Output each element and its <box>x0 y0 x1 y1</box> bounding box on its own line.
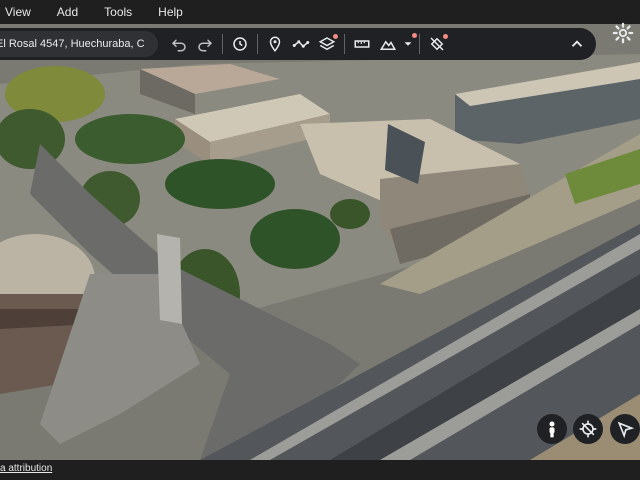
search-value: El Rosal 4547, Huechuraba, C <box>0 38 145 50</box>
toolbar-divider <box>222 34 223 54</box>
chevron-up-icon <box>571 40 583 47</box>
toolbar-divider <box>344 34 345 54</box>
menu-bar: View Add Tools Help <box>0 0 640 24</box>
measure-button[interactable] <box>349 31 375 57</box>
toolbar-divider <box>419 34 420 54</box>
draw-path-button[interactable] <box>288 31 314 57</box>
compass-reset-icon <box>579 420 597 438</box>
redo-button[interactable] <box>192 31 218 57</box>
reset-view-button[interactable] <box>573 414 603 444</box>
settings-button[interactable] <box>612 22 634 44</box>
menu-help[interactable]: Help <box>158 5 183 19</box>
notification-dot <box>443 34 448 39</box>
aerial-3d-view[interactable] <box>0 24 640 460</box>
elevation-dropdown[interactable] <box>401 31 417 57</box>
redo-icon <box>198 39 213 52</box>
street-view-button[interactable] <box>537 414 567 444</box>
ruler-icon <box>354 40 370 48</box>
toolbar-divider <box>257 34 258 54</box>
path-icon <box>292 40 310 48</box>
navigate-button[interactable] <box>610 414 640 444</box>
history-icon <box>233 37 247 51</box>
search-input[interactable]: El Rosal 4547, Huechuraba, C <box>0 31 158 57</box>
notification-dot <box>412 33 417 38</box>
toolbar: El Rosal 4547, Huechuraba, C <box>0 28 596 60</box>
history-button[interactable] <box>227 31 253 57</box>
gear-icon <box>612 22 634 44</box>
menu-add[interactable]: Add <box>57 5 78 19</box>
elevation-icon <box>379 40 397 50</box>
satellite-toggle-button[interactable] <box>424 31 450 57</box>
navigate-icon <box>617 421 635 439</box>
menu-tools[interactable]: Tools <box>104 5 132 19</box>
notification-dot <box>333 34 338 39</box>
collapse-toolbar-button[interactable] <box>564 31 590 57</box>
pin-icon <box>269 36 281 52</box>
elevation-button[interactable] <box>375 31 401 57</box>
data-attribution-link[interactable]: a attribution <box>0 463 52 474</box>
menu-view[interactable]: View <box>5 5 31 19</box>
aerial-imagery <box>0 24 640 460</box>
map-style-button[interactable] <box>314 31 340 57</box>
undo-icon <box>171 39 186 52</box>
status-footer: a attribution <box>0 460 640 480</box>
undo-button[interactable] <box>166 31 192 57</box>
add-placemark-button[interactable] <box>262 31 288 57</box>
pegman-icon <box>549 421 555 438</box>
